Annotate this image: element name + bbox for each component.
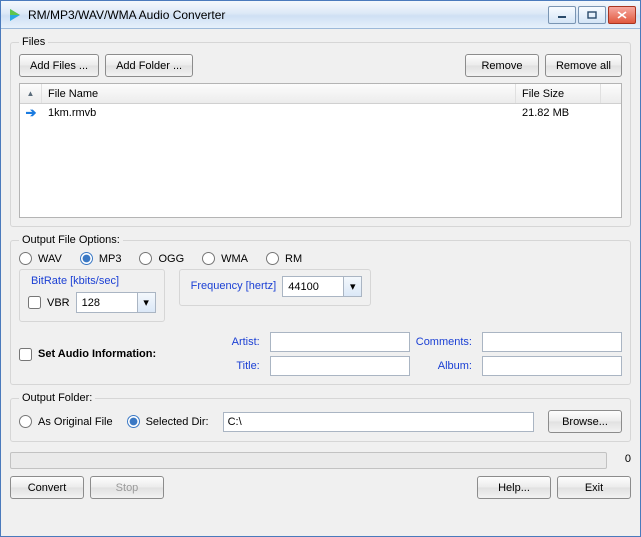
format-rm[interactable]: RM: [266, 252, 302, 265]
format-wav[interactable]: WAV: [19, 252, 62, 265]
artist-label: Artist:: [232, 336, 264, 348]
col-filesize[interactable]: File Size: [516, 84, 601, 103]
help-button[interactable]: Help...: [477, 476, 551, 499]
bottom-toolbar: Convert Stop Help... Exit: [10, 476, 631, 499]
album-label: Album:: [416, 360, 476, 372]
sort-indicator[interactable]: ▲: [20, 84, 42, 103]
output-path-input[interactable]: [223, 412, 534, 432]
format-mp3[interactable]: MP3: [80, 252, 122, 265]
bitrate-combo[interactable]: ▾: [76, 292, 156, 313]
vbr-checkbox[interactable]: VBR: [28, 296, 70, 309]
audio-info-row: Set Audio Information: Artist: Comments:…: [19, 332, 622, 376]
frequency-input[interactable]: [283, 277, 343, 296]
chevron-down-icon[interactable]: ▾: [137, 293, 155, 312]
output-options-group: Output File Options: WAV MP3 OGG WMA RM …: [10, 234, 631, 385]
progress-bar: [10, 452, 607, 469]
titlebar[interactable]: RM/MP3/WAV/WMA Audio Converter: [1, 1, 640, 29]
bitrate-legend: BitRate [kbits/sec]: [28, 275, 122, 287]
format-wma[interactable]: WMA: [202, 252, 248, 265]
as-original-radio[interactable]: As Original File: [19, 415, 113, 428]
row-arrow-icon: ➔: [26, 105, 37, 121]
title-input[interactable]: [270, 356, 410, 376]
close-button[interactable]: [608, 6, 636, 24]
file-list[interactable]: ▲ File Name File Size ➔ 1km.rmvb 21.82 M…: [19, 83, 622, 218]
frequency-subgroup: Frequency [hertz] ▾: [179, 269, 372, 306]
format-radios: WAV MP3 OGG WMA RM: [19, 252, 622, 265]
window-body: Files Add Files ... Add Folder ... Remov…: [1, 29, 640, 536]
window-controls: [548, 6, 636, 24]
output-folder-row: As Original File Selected Dir: Browse...: [19, 410, 622, 433]
col-filename[interactable]: File Name: [42, 84, 516, 103]
file-list-body: ➔ 1km.rmvb 21.82 MB: [20, 104, 621, 122]
remove-button[interactable]: Remove: [465, 54, 539, 77]
bitrate-subgroup: BitRate [kbits/sec] VBR ▾: [19, 269, 165, 322]
selected-dir-radio[interactable]: Selected Dir:: [127, 415, 209, 428]
bitrate-input[interactable]: [77, 293, 137, 312]
file-size-cell: 21.82 MB: [516, 107, 601, 119]
progress-value: 0: [613, 453, 631, 465]
add-folder-button[interactable]: Add Folder ...: [105, 54, 193, 77]
output-folder-group: Output Folder: As Original File Selected…: [10, 392, 631, 442]
output-options-legend: Output File Options:: [19, 234, 123, 246]
title-label: Title:: [232, 360, 264, 372]
remove-all-button[interactable]: Remove all: [545, 54, 622, 77]
add-files-button[interactable]: Add Files ...: [19, 54, 99, 77]
comments-input[interactable]: [482, 332, 622, 352]
window: RM/MP3/WAV/WMA Audio Converter Files Add…: [0, 0, 641, 537]
maximize-button[interactable]: [578, 6, 606, 24]
frequency-combo[interactable]: ▾: [282, 276, 362, 297]
files-toolbar: Add Files ... Add Folder ... Remove Remo…: [19, 54, 622, 77]
output-folder-legend: Output Folder:: [19, 392, 95, 404]
files-group: Files Add Files ... Add Folder ... Remov…: [10, 36, 631, 227]
frequency-legend: Frequency [hertz]: [188, 280, 280, 292]
exit-button[interactable]: Exit: [557, 476, 631, 499]
stop-button[interactable]: Stop: [90, 476, 164, 499]
file-list-header: ▲ File Name File Size: [20, 84, 621, 104]
album-input[interactable]: [482, 356, 622, 376]
format-ogg[interactable]: OGG: [139, 252, 184, 265]
table-row[interactable]: ➔ 1km.rmvb 21.82 MB: [20, 104, 621, 122]
artist-input[interactable]: [270, 332, 410, 352]
window-title: RM/MP3/WAV/WMA Audio Converter: [28, 8, 548, 22]
col-spacer: [601, 84, 621, 103]
set-audio-info-checkbox[interactable]: Set Audio Information:: [19, 348, 156, 361]
progress-row: 0: [10, 446, 631, 471]
files-legend: Files: [19, 36, 48, 48]
browse-button[interactable]: Browse...: [548, 410, 622, 433]
comments-label: Comments:: [416, 336, 476, 348]
minimize-button[interactable]: [548, 6, 576, 24]
file-name-cell: 1km.rmvb: [42, 107, 516, 119]
convert-button[interactable]: Convert: [10, 476, 84, 499]
app-icon: [7, 7, 23, 23]
chevron-down-icon[interactable]: ▾: [343, 277, 361, 296]
tags-grid: Artist: Comments: Title: Album:: [232, 332, 622, 376]
